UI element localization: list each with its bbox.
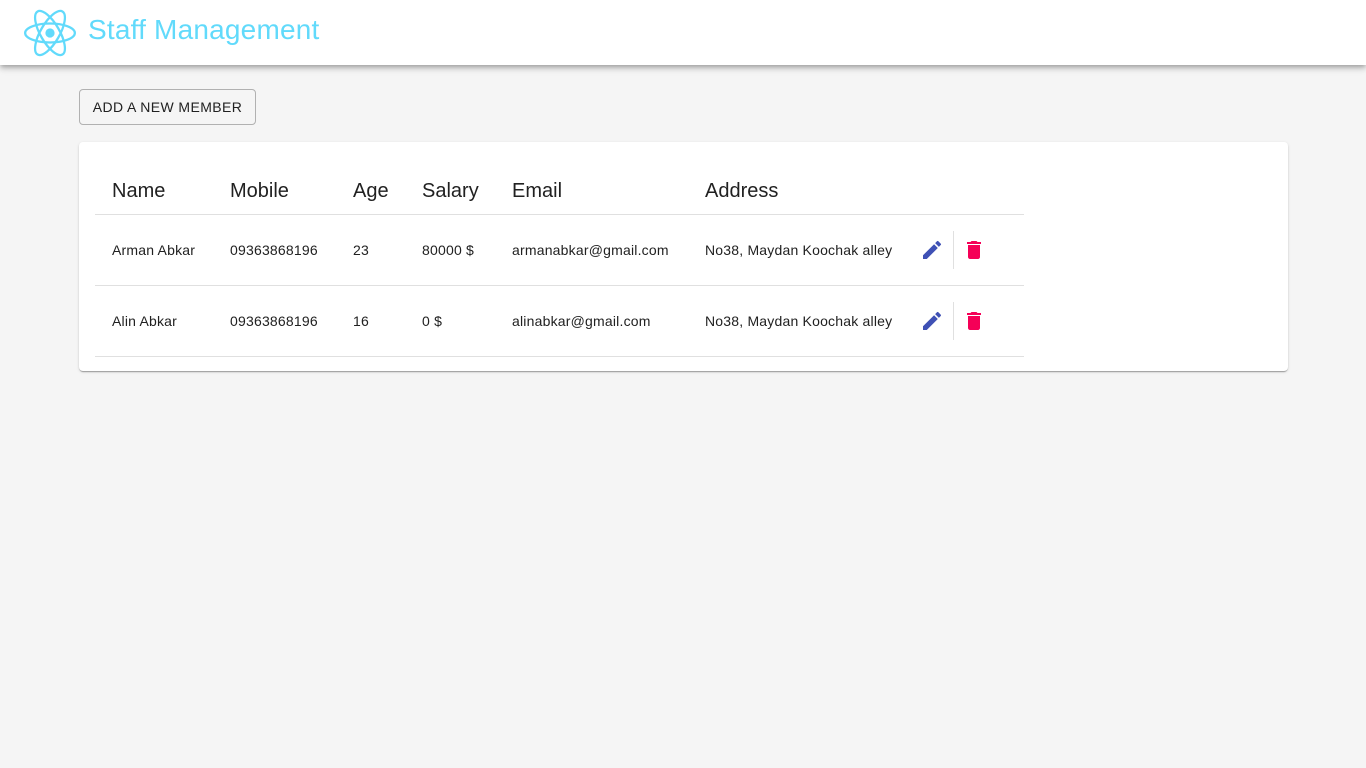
- staff-table-card: Name Mobile Age Salary Email Address Arm…: [79, 142, 1288, 371]
- pencil-icon: [923, 240, 942, 259]
- cell-salary: 0 $: [405, 285, 495, 357]
- app-title: Staff Management: [88, 14, 320, 45]
- column-header-actions: [908, 158, 1024, 215]
- cell-age: 16: [336, 285, 405, 357]
- table-header-row: Name Mobile Age Salary Email Address: [95, 158, 1024, 215]
- cell-name: Arman Abkar: [95, 214, 213, 286]
- column-header-name: Name: [95, 158, 213, 215]
- cell-mobile: 09363868196: [213, 285, 336, 357]
- column-header-address: Address: [688, 158, 908, 215]
- delete-button[interactable]: [962, 238, 986, 262]
- cell-actions: [908, 214, 1024, 286]
- app-bar: Staff Management: [0, 0, 1366, 65]
- react-atom-icon: [24, 9, 76, 56]
- column-header-age: Age: [336, 158, 405, 215]
- table-row: Arman Abkar 09363868196 23 80000 $ arman…: [95, 214, 1024, 286]
- edit-button[interactable]: [920, 238, 944, 262]
- column-header-email: Email: [495, 158, 688, 215]
- cell-age: 23: [336, 214, 405, 286]
- column-header-mobile: Mobile: [213, 158, 336, 215]
- add-member-button[interactable]: Add a new member: [79, 89, 256, 125]
- action-divider: [953, 301, 954, 340]
- action-divider: [953, 230, 954, 269]
- cell-address: No38, Maydan Koochak alley: [688, 285, 908, 357]
- cell-name: Alin Abkar: [95, 285, 213, 357]
- trash-icon: [967, 311, 981, 330]
- cell-salary: 80000 $: [405, 214, 495, 286]
- table-row: Alin Abkar 09363868196 16 0 $ alinabkar@…: [95, 285, 1024, 357]
- cell-address: No38, Maydan Koochak alley: [688, 214, 908, 286]
- staff-table: Name Mobile Age Salary Email Address Arm…: [95, 158, 1024, 357]
- cell-actions: [908, 285, 1024, 357]
- column-header-salary: Salary: [405, 158, 495, 215]
- delete-button[interactable]: [962, 309, 986, 333]
- cell-email: armanabkar@gmail.com: [495, 214, 688, 286]
- pencil-icon: [923, 311, 942, 330]
- edit-button[interactable]: [920, 309, 944, 333]
- cell-mobile: 09363868196: [213, 214, 336, 286]
- trash-icon: [967, 240, 981, 259]
- cell-email: alinabkar@gmail.com: [495, 285, 688, 357]
